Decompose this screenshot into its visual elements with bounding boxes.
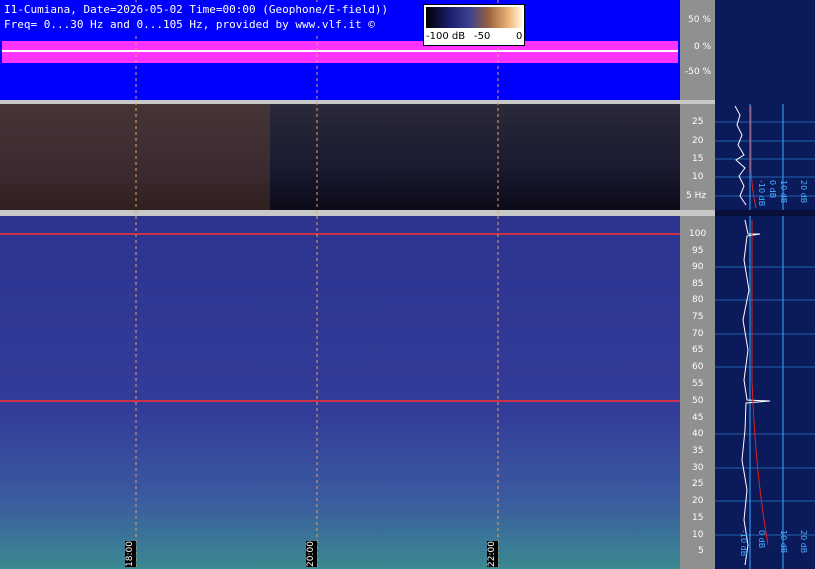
time-label: 18:00: [125, 541, 136, 567]
high-freq-tick-label: 95: [692, 246, 704, 256]
side-axis-label-bottom: 10 dB: [779, 530, 788, 554]
high-freq-tick-label: 45: [692, 413, 704, 423]
separator-2: [0, 210, 715, 216]
side-axis-label-bottom: -10 dB: [739, 530, 748, 557]
frequency-info-line: Freq= 0...30 Hz and 0...105 Hz, provided…: [0, 17, 420, 33]
high-freq-tick-label: 85: [692, 279, 704, 289]
low-freq-tick-label: 20: [692, 136, 704, 146]
high-freq-tick-label: 60: [692, 362, 704, 372]
high-freq-tick-label: 30: [692, 463, 704, 473]
side-axis-label-top: 20 dB: [799, 180, 808, 204]
station-info-line: I1-Cumiana, Date=2026-05-02 Time=00:00 (…: [0, 2, 420, 18]
waveform-tick-label: 50 %: [688, 15, 711, 25]
low-freq-bright-band: [0, 104, 270, 210]
colorbar-legend: -100 dB -50 0: [423, 4, 525, 46]
high-freq-tick-label: 100: [689, 229, 707, 239]
side-axis-label-top: -10 dB: [757, 180, 766, 207]
time-label: 20:00: [306, 541, 317, 567]
high-freq-tick-label: 20: [692, 496, 704, 506]
high-freq-tick-label: 35: [692, 446, 704, 456]
high-freq-tick-label: 40: [692, 429, 704, 439]
low-freq-tick-label: 15: [692, 154, 704, 164]
low-freq-tick-label: 10: [692, 172, 704, 182]
waveform-tick-label: -50 %: [685, 67, 712, 77]
waveform-tick-label: 0 %: [694, 42, 712, 52]
low-freq-tick-label: 25: [692, 117, 704, 127]
high-freq-tick-label: 90: [692, 262, 704, 272]
high-freq-spectrogram: [0, 216, 680, 569]
side-axis-label-top: 10 dB: [779, 180, 788, 204]
side-axis-label-bottom: 20 dB: [799, 530, 808, 554]
side-axis-label-top: 0 dB: [768, 180, 777, 199]
high-freq-tick-label: 65: [692, 345, 704, 355]
side-panel-top: [715, 0, 815, 210]
high-freq-tick-label: 70: [692, 329, 704, 339]
high-freq-tick-label: 5: [698, 546, 704, 556]
high-freq-tick-label: 10: [692, 530, 704, 540]
low-freq-tick-label: 5 Hz: [686, 191, 707, 201]
side-axis-label-bottom: 0 dB: [757, 530, 766, 549]
high-freq-tick-label: 15: [692, 513, 704, 523]
side-panel-bottom: [715, 216, 815, 569]
high-freq-tick-label: 75: [692, 312, 704, 322]
colorbar-label-min: -100 dB: [426, 31, 466, 42]
high-freq-tick-label: 80: [692, 295, 704, 305]
time-label: 22:00: [487, 541, 498, 567]
vlf-monitor-display: I1-Cumiana, Date=2026-05-02 Time=00:00 (…: [0, 0, 815, 569]
high-freq-tick-label: 50: [692, 396, 704, 406]
colorbar-gradient: [426, 7, 522, 28]
colorbar-label-max: 0: [516, 31, 523, 42]
high-freq-tick-label: 25: [692, 479, 704, 489]
separator-1: [0, 100, 715, 104]
high-freq-tick-label: 55: [692, 379, 704, 389]
colorbar-label-mid: -50: [474, 31, 491, 42]
